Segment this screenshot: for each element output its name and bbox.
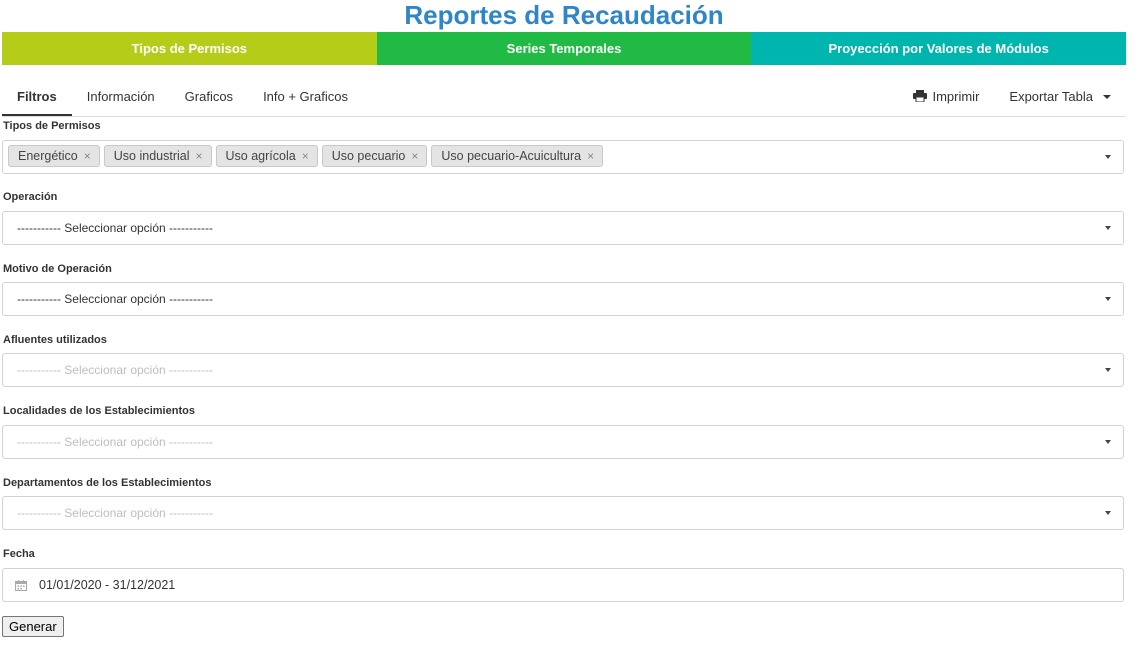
export-label: Exportar Tabla xyxy=(1009,89,1093,104)
nav-series-temporales[interactable]: Series Temporales xyxy=(376,32,752,65)
label-fecha: Fecha xyxy=(3,548,35,560)
operacion-value: ----------- Seleccionar opción ---------… xyxy=(17,221,213,235)
label-localidades: Localidades de los Establecimientos xyxy=(3,405,195,417)
label-tipos-permisos: Tipos de Permisos xyxy=(3,120,101,132)
caret-down-icon xyxy=(1103,95,1111,99)
remove-chip-icon[interactable]: × xyxy=(302,149,309,163)
print-button[interactable]: Imprimir xyxy=(898,78,994,116)
remove-chip-icon[interactable]: × xyxy=(587,149,594,163)
afluentes-placeholder: ----------- Seleccionar opción ---------… xyxy=(17,363,213,377)
chip-label: Uso agrícola xyxy=(225,149,296,163)
page-title: Reportes de Recaudación xyxy=(404,0,724,30)
remove-chip-icon[interactable]: × xyxy=(196,149,203,163)
calendar-icon xyxy=(15,580,27,591)
remove-chip-icon[interactable]: × xyxy=(84,149,91,163)
nav-label: Tipos de Permisos xyxy=(131,41,248,56)
remove-chip-icon[interactable]: × xyxy=(411,149,418,163)
tab-bar: Filtros Información Graficos Info + Graf… xyxy=(2,78,1126,117)
chevron-down-icon xyxy=(1105,368,1111,372)
chip-label: Uso industrial xyxy=(113,149,190,163)
fecha-value: 01/01/2020 - 31/12/2021 xyxy=(39,578,176,592)
chip-uso-pecuario: Uso pecuario × xyxy=(321,145,428,167)
localidades-placeholder: ----------- Seleccionar opción ---------… xyxy=(17,435,213,449)
nav-label: Series Temporales xyxy=(506,41,622,56)
tab-informacion[interactable]: Información xyxy=(72,78,170,116)
chevron-down-icon xyxy=(1105,440,1111,444)
label-departamentos: Departamentos de los Establecimientos xyxy=(3,477,212,489)
selected-chips: Energético × Uso industrial × Uso agrícola… xyxy=(8,145,607,167)
tipos-permisos-multiselect[interactable]: Energético × Uso industrial × Uso agrícola… xyxy=(2,140,1124,174)
chip-label: Uso pecuario xyxy=(331,149,406,163)
label-afluentes: Afluentes utilizados xyxy=(3,334,107,346)
chip-label: Uso pecuario-Acuicultura xyxy=(441,149,582,163)
export-table-dropdown[interactable]: Exportar Tabla xyxy=(994,78,1126,116)
chip-uso-industrial: Uso industrial × xyxy=(103,145,212,167)
top-nav: Tipos de Permisos Series Temporales Proy… xyxy=(2,32,1127,65)
label-motivo-operacion: Motivo de Operación xyxy=(3,263,112,275)
generar-button[interactable]: Generar xyxy=(2,616,64,637)
chevron-down-icon xyxy=(1105,226,1111,230)
nav-label: Proyección por Valores de Módulos xyxy=(828,41,1049,56)
chevron-down-icon xyxy=(1105,155,1111,159)
afluentes-select[interactable]: ----------- Seleccionar opción ---------… xyxy=(2,353,1124,387)
label-operacion: Operación xyxy=(3,191,58,203)
operacion-select[interactable]: ----------- Seleccionar opción ---------… xyxy=(2,211,1124,245)
print-label: Imprimir xyxy=(932,89,980,104)
motivo-operacion-select[interactable]: ----------- Seleccionar opción ---------… xyxy=(2,282,1124,316)
tab-info-graficos[interactable]: Info + Graficos xyxy=(248,78,363,116)
departamentos-placeholder: ----------- Seleccionar opción ---------… xyxy=(17,506,213,520)
nav-tipos-permisos[interactable]: Tipos de Permisos xyxy=(2,32,377,65)
fecha-range-input[interactable]: 01/01/2020 - 31/12/2021 xyxy=(2,568,1124,602)
departamentos-select[interactable]: ----------- Seleccionar opción ---------… xyxy=(2,496,1124,530)
chip-label: Energético xyxy=(18,149,78,163)
printer-icon xyxy=(913,90,928,102)
chip-uso-pecuario-acuicultura: Uso pecuario-Acuicultura × xyxy=(431,145,604,167)
nav-proyeccion-modulos[interactable]: Proyección por Valores de Módulos xyxy=(751,32,1127,65)
motivo-operacion-value: ----------- Seleccionar opción ---------… xyxy=(17,292,213,306)
localidades-select[interactable]: ----------- Seleccionar opción ---------… xyxy=(2,425,1124,459)
chevron-down-icon xyxy=(1105,511,1111,515)
chip-uso-agricola: Uso agrícola × xyxy=(215,145,318,167)
chip-energetico: Energético × xyxy=(8,145,100,167)
chevron-down-icon xyxy=(1105,297,1111,301)
tab-graficos[interactable]: Graficos xyxy=(170,78,248,116)
tab-filtros[interactable]: Filtros xyxy=(2,78,72,116)
